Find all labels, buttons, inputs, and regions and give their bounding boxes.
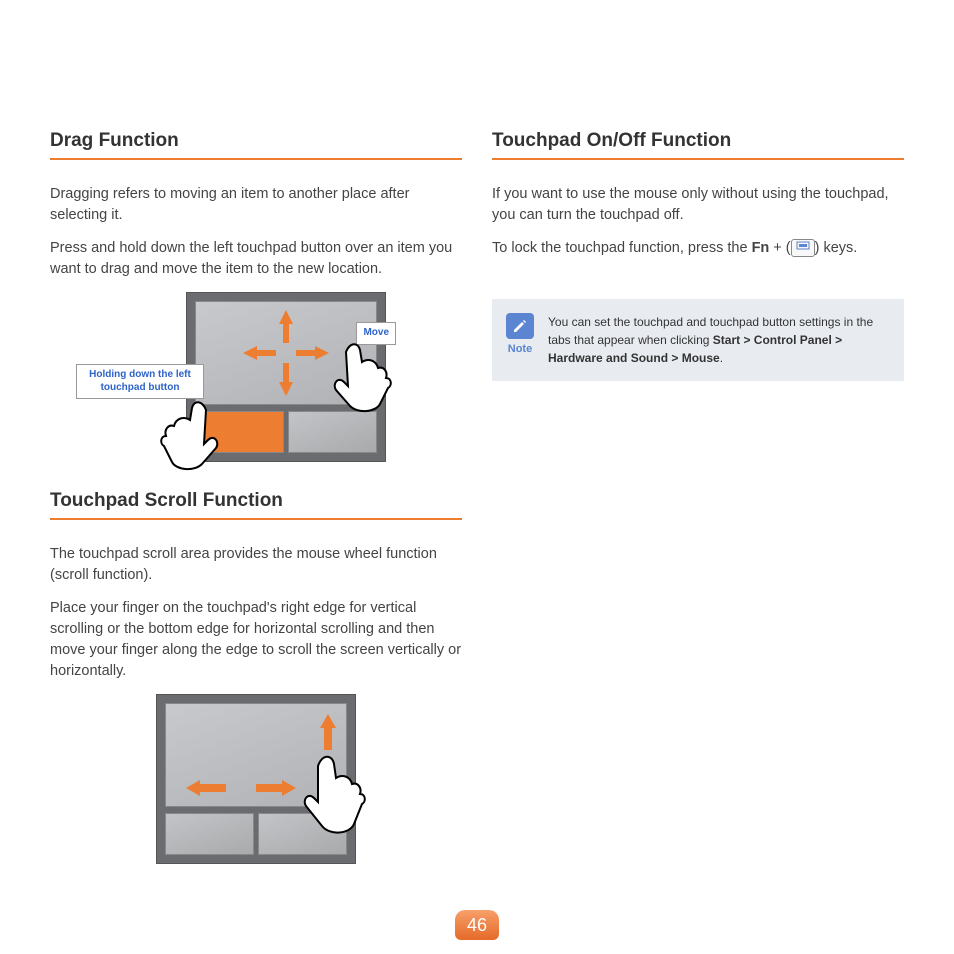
page-number-badge: 46 — [455, 910, 499, 940]
onoff-p2-post: ) keys. — [815, 240, 858, 256]
touchpad-lock-key-icon — [791, 239, 815, 257]
onoff-p2: To lock the touchpad function, press the… — [492, 238, 904, 259]
onoff-p1: If you want to use the mouse only withou… — [492, 184, 904, 226]
hand-hold-icon — [146, 392, 236, 482]
hand-move-icon — [326, 332, 416, 422]
hold-callout-label: Holding down the left touchpad button — [89, 369, 191, 393]
note-label: Note — [506, 343, 534, 355]
page-number: 46 — [467, 915, 487, 936]
note-text-post: . — [720, 351, 723, 365]
left-column: Drag Function Dragging refers to moving … — [50, 130, 462, 892]
move-arrows-icon — [241, 308, 331, 398]
hand-scroll-icon — [296, 744, 391, 844]
scroll-function-p2: Place your finger on the touchpad's righ… — [50, 598, 462, 682]
drag-function-figure: Move Holding down the left touchpad butt… — [50, 292, 462, 462]
drag-function-p2: Press and hold down the left touchpad bu… — [50, 238, 462, 280]
note-text: You can set the touchpad and touchpad bu… — [548, 313, 890, 367]
right-column: Touchpad On/Off Function If you want to … — [492, 130, 904, 892]
onoff-section: Touchpad On/Off Function If you want to … — [492, 130, 904, 259]
onoff-heading: Touchpad On/Off Function — [492, 130, 904, 160]
horizontal-scroll-arrows-icon — [186, 776, 296, 800]
drag-function-p1: Dragging refers to moving an item to ano… — [50, 184, 462, 226]
drag-function-heading: Drag Function — [50, 130, 462, 160]
touchpad-left-button-scroll — [165, 813, 254, 855]
note-pencil-icon — [506, 313, 534, 339]
drag-function-section: Drag Function Dragging refers to moving … — [50, 130, 462, 462]
scroll-function-p1: The touchpad scroll area provides the mo… — [50, 544, 462, 586]
fn-key-text: Fn — [752, 240, 770, 256]
plus-text: + ( — [769, 240, 790, 256]
scroll-function-section: Touchpad Scroll Function The touchpad sc… — [50, 490, 462, 864]
note-left: Note — [506, 313, 534, 367]
scroll-function-heading: Touchpad Scroll Function — [50, 490, 462, 520]
document-page: Drag Function Dragging refers to moving … — [0, 0, 954, 892]
scroll-function-figure — [50, 694, 462, 864]
onoff-p2-pre: To lock the touchpad function, press the — [492, 240, 752, 256]
note-box: Note You can set the touchpad and touchp… — [492, 299, 904, 381]
